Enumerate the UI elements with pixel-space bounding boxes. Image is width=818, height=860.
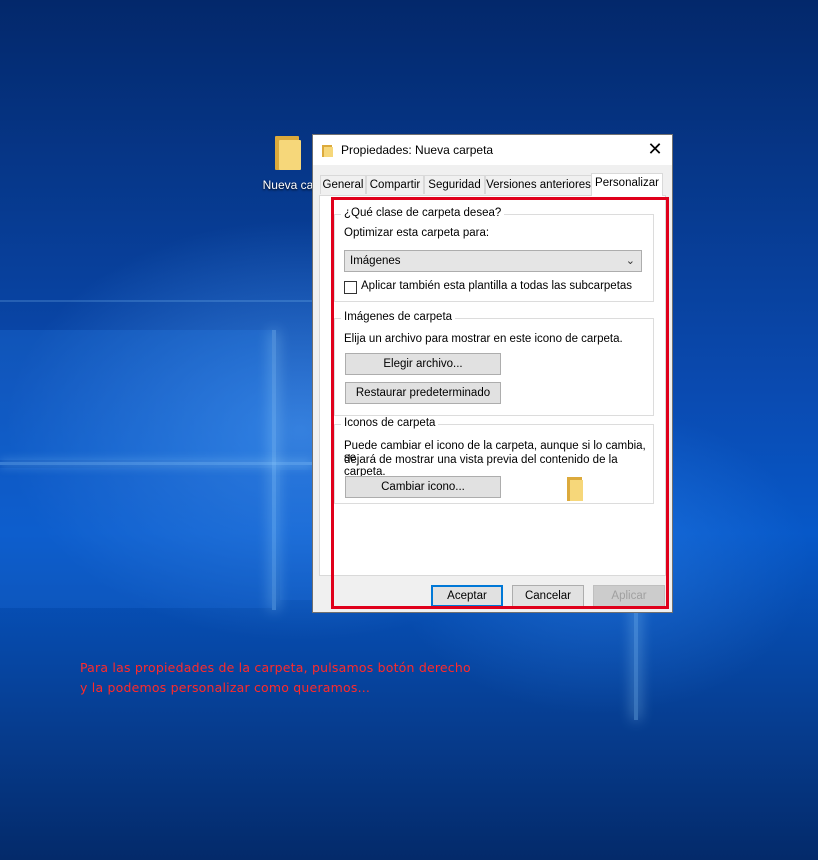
folder-icons-description-line2: dejará de mostrar una vista previa del c…	[344, 454, 618, 478]
title-bar[interactable]: Propiedades: Nueva carpeta ✕	[313, 135, 672, 165]
folder-icon	[322, 145, 333, 157]
desktop-folder-shortcut[interactable]: Nueva ca	[258, 132, 318, 192]
wallpaper-light-ray	[0, 300, 312, 302]
wallpaper-light-ray	[272, 330, 276, 610]
dialog-title: Propiedades: Nueva carpeta	[341, 143, 494, 157]
group-legend: Imágenes de carpeta	[341, 311, 456, 323]
wallpaper-pane	[0, 468, 272, 608]
folder-pictures-description: Elija un archivo para mostrar en este ic…	[344, 333, 623, 345]
wallpaper-pane	[0, 330, 272, 460]
optimize-selected-value: Imágenes	[350, 255, 401, 267]
restore-default-button[interactable]: Restaurar predeterminado	[345, 382, 501, 404]
apply-button[interactable]: Aplicar	[593, 585, 665, 607]
cancel-button[interactable]: Cancelar	[512, 585, 584, 607]
wallpaper-light-ray	[634, 600, 638, 720]
close-button[interactable]: ✕	[638, 135, 672, 165]
apply-subfolders-label: Aplicar también esta plantilla a todas l…	[361, 280, 633, 292]
group-legend: Iconos de carpeta	[341, 417, 439, 429]
folder-icons-group: Iconos de carpeta Puede cambiar el icono…	[334, 417, 654, 504]
annotation-line-1: Para las propiedades de la carpeta, puls…	[80, 660, 471, 675]
folder-icon-preview	[567, 475, 583, 501]
folder-properties-dialog: Propiedades: Nueva carpeta ✕ General Com…	[312, 134, 673, 613]
change-icon-button[interactable]: Cambiar icono...	[345, 476, 501, 498]
tab-general[interactable]: General	[320, 175, 366, 194]
annotation-caption: Para las propiedades de la carpeta, puls…	[80, 658, 471, 698]
wallpaper-pane	[280, 470, 312, 600]
tab-compartir[interactable]: Compartir	[366, 175, 424, 194]
tab-personalizar[interactable]: Personalizar	[591, 173, 663, 196]
tab-panel-personalizar: ¿Qué clase de carpeta desea? Optimizar e…	[319, 195, 666, 576]
group-legend: ¿Qué clase de carpeta desea?	[341, 207, 505, 219]
chevron-down-icon: ⌄	[625, 255, 635, 267]
choose-file-button[interactable]: Elegir archivo...	[345, 353, 501, 375]
tab-seguridad[interactable]: Seguridad	[424, 175, 485, 194]
folder-pictures-group: Imágenes de carpeta Elija un archivo par…	[334, 311, 654, 416]
apply-subfolders-checkbox[interactable]	[344, 281, 357, 294]
desktop-folder-label: Nueva ca	[262, 178, 314, 192]
tab-versiones-anteriores[interactable]: Versiones anteriores	[485, 175, 592, 194]
ok-button[interactable]: Aceptar	[431, 585, 503, 607]
tab-strip: General Compartir Seguridad Versiones an…	[320, 173, 666, 196]
annotation-line-2: y la podemos personalizar como queramos.…	[80, 680, 371, 695]
folder-icon	[275, 132, 301, 170]
wallpaper-light-ray	[0, 462, 312, 465]
folder-type-group: ¿Qué clase de carpeta desea? Optimizar e…	[334, 207, 654, 302]
optimize-dropdown[interactable]: Imágenes ⌄	[344, 250, 642, 272]
optimize-label: Optimizar esta carpeta para:	[344, 227, 490, 239]
close-icon: ✕	[647, 139, 663, 159]
